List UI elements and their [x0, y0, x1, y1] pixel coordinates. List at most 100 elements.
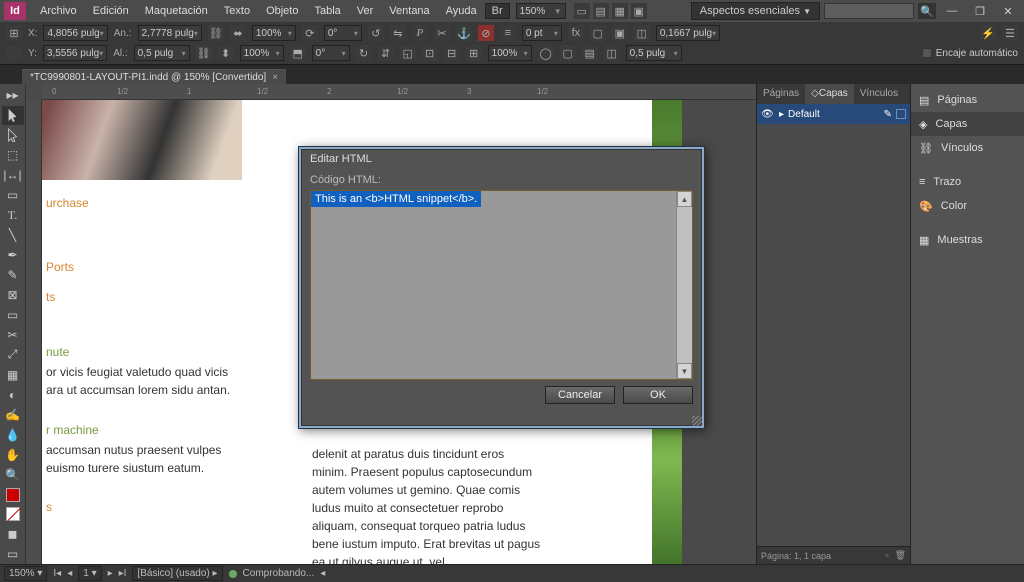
heading[interactable]: s [46, 500, 52, 514]
hand-tool[interactable]: ✋ [2, 445, 24, 464]
no-stroke-icon[interactable]: ⊘ [478, 25, 494, 41]
panel-trazo[interactable]: ≡Trazo [911, 170, 1024, 194]
scaley-field[interactable]: 100%▾ [240, 45, 284, 61]
heading[interactable]: r machine [46, 423, 99, 437]
placed-image[interactable] [42, 100, 242, 180]
scrollbar[interactable]: ▲ ▼ [676, 191, 692, 379]
line-tool[interactable]: ╲ [2, 226, 24, 245]
horizontal-ruler[interactable]: 0 1/2 1 1/2 2 1/2 3 1/2 [42, 84, 756, 100]
fx-icon[interactable]: fx [568, 25, 584, 41]
rotate-ccw-icon[interactable]: ↺ [368, 25, 384, 41]
char-icon[interactable]: P [412, 25, 428, 41]
y-field[interactable]: 3,5556 pulg▾ [43, 45, 107, 61]
panel-paginas[interactable]: ▤Páginas [911, 88, 1024, 112]
search-icon[interactable]: 🔍 [918, 3, 936, 19]
rotate-cw-icon[interactable]: ↻ [356, 45, 372, 61]
x-field[interactable]: 4,8056 pulg▾ [43, 25, 107, 41]
ok-button[interactable]: OK [623, 386, 693, 404]
resize-grip-icon[interactable] [692, 416, 702, 426]
heading[interactable]: urchase [46, 196, 89, 210]
rotate-field[interactable]: 0°▾ [324, 25, 362, 41]
help-search[interactable] [824, 3, 914, 19]
heading[interactable]: ts [46, 290, 55, 304]
body-text[interactable]: ara ut accumsan lorem sidu antan. [46, 381, 230, 399]
body-text[interactable]: delenit at paratus duis tincidunt eros m… [312, 445, 542, 564]
pen-tool[interactable]: ✒ [2, 246, 24, 265]
fit-icon[interactable]: ⊞ [466, 45, 482, 61]
type-tool[interactable]: T. [2, 206, 24, 225]
zoom-field[interactable]: 150% ▾ [4, 566, 47, 581]
page-field[interactable]: 1 ▾ [78, 566, 101, 581]
collapse-icon[interactable]: ▸▸ [2, 86, 24, 105]
preflight-ok-icon[interactable] [229, 570, 237, 578]
window-close-icon[interactable]: ✕ [996, 2, 1020, 20]
tab-vinculos[interactable]: Vínculos [854, 84, 904, 104]
wrap-icon[interactable]: ▣ [612, 25, 628, 41]
heading[interactable]: Ports [46, 260, 74, 274]
tab-paginas[interactable]: Páginas [757, 84, 805, 104]
eyedropper-tool[interactable]: 💧 [2, 425, 24, 444]
next-page-icon[interactable]: ▸ [108, 568, 113, 579]
screen-mode-icon[interactable]: ▣ [631, 3, 647, 19]
scissors-tool[interactable]: ✂ [2, 325, 24, 344]
anchor-icon[interactable]: ⚓ [456, 25, 472, 41]
fill-stroke-swatch[interactable] [2, 485, 24, 504]
cancel-button[interactable]: Cancelar [545, 386, 615, 404]
pen-icon[interactable]: ✎ [884, 109, 892, 120]
panel-muestras[interactable]: ▦Muestras [911, 228, 1024, 252]
link-icon[interactable]: ⛓ [196, 45, 212, 61]
window-minimize-icon[interactable]: — [940, 2, 964, 20]
flash-icon[interactable]: ⚡ [980, 25, 996, 41]
panel-menu-icon[interactable]: ☰ [1002, 25, 1018, 41]
auto-fit-toggle[interactable]: Encaje automático [922, 48, 1018, 59]
html-code-textarea[interactable]: This is an <b>HTML snippet</b>. ▲ ▼ [310, 190, 693, 380]
new-layer-icon[interactable]: ▫ [885, 550, 888, 561]
arrange-icon[interactable]: ▦ [612, 3, 628, 19]
delete-layer-icon[interactable]: 🗑 [895, 550, 906, 561]
scroll-down-icon[interactable]: ▼ [677, 363, 692, 379]
selection-tool[interactable] [2, 106, 24, 125]
menu-ventana[interactable]: Ventana [381, 0, 437, 22]
zoom-dropdown[interactable]: 150%▼ [516, 3, 566, 19]
wrap-bound-icon[interactable]: ▢ [560, 45, 576, 61]
corners-icon[interactable]: ◱ [400, 45, 416, 61]
body-text[interactable]: or vicis feugiat valetudo quad vicis [46, 363, 228, 381]
pencil-tool[interactable]: ✎ [2, 266, 24, 285]
strokewt-field[interactable]: 0 pt▾ [522, 25, 562, 41]
bridge-button[interactable]: Br [485, 3, 510, 19]
page-tool[interactable]: ⬚ [2, 146, 24, 165]
scroll-left-icon[interactable]: ◂ [320, 568, 325, 579]
layers-list[interactable]: 👁 ▸ Default ✎ [757, 104, 910, 124]
last-page-icon[interactable]: ▸I [119, 568, 127, 579]
disclosure-icon[interactable]: ▸ [779, 109, 784, 120]
shear-field[interactable]: 0°▾ [312, 45, 350, 61]
drop-icon[interactable]: ◯ [538, 45, 554, 61]
layer-row[interactable]: 👁 ▸ Default ✎ [757, 104, 910, 124]
fit-icon[interactable]: ⊟ [444, 45, 460, 61]
document-tab[interactable]: *TC9990801-LAYOUT-PI1.indd @ 150% [Conve… [22, 69, 286, 85]
gradient-swatch-tool[interactable]: ▦ [2, 365, 24, 384]
scroll-track[interactable] [677, 207, 692, 363]
direct-selection-tool[interactable] [2, 126, 24, 145]
zoom-tool[interactable]: 🔍 [2, 465, 24, 484]
menu-ver[interactable]: Ver [349, 0, 382, 22]
view-mode-icon[interactable]: ▭ [2, 545, 24, 564]
visibility-icon[interactable]: 👁 [761, 109, 775, 120]
wrap-icon[interactable]: ▢ [590, 25, 606, 41]
gradient-feather-tool[interactable]: ◐ [2, 385, 24, 404]
menu-edicion[interactable]: Edición [85, 0, 137, 22]
prev-page-icon[interactable]: ◂ [67, 568, 72, 579]
menu-texto[interactable]: Texto [216, 0, 258, 22]
tab-capas[interactable]: ◇Capas [805, 84, 854, 104]
gap-field[interactable]: 0,1667 pulg▾ [656, 25, 720, 41]
first-page-icon[interactable]: I◂ [53, 568, 61, 579]
heading[interactable]: nute [46, 345, 69, 359]
view-mode-icon[interactable]: ▤ [593, 3, 609, 19]
fit-icon[interactable]: ⊡ [422, 45, 438, 61]
apply-color-icon[interactable]: ◼ [2, 525, 24, 544]
rectangle-frame-tool[interactable]: ⊠ [2, 286, 24, 305]
free-transform-tool[interactable]: ⤢ [2, 345, 24, 364]
link-icon[interactable]: ⛓ [208, 25, 224, 41]
gap-tool[interactable]: |↔| [2, 166, 24, 185]
ref-point-icon[interactable]: ⊞ [6, 25, 22, 41]
